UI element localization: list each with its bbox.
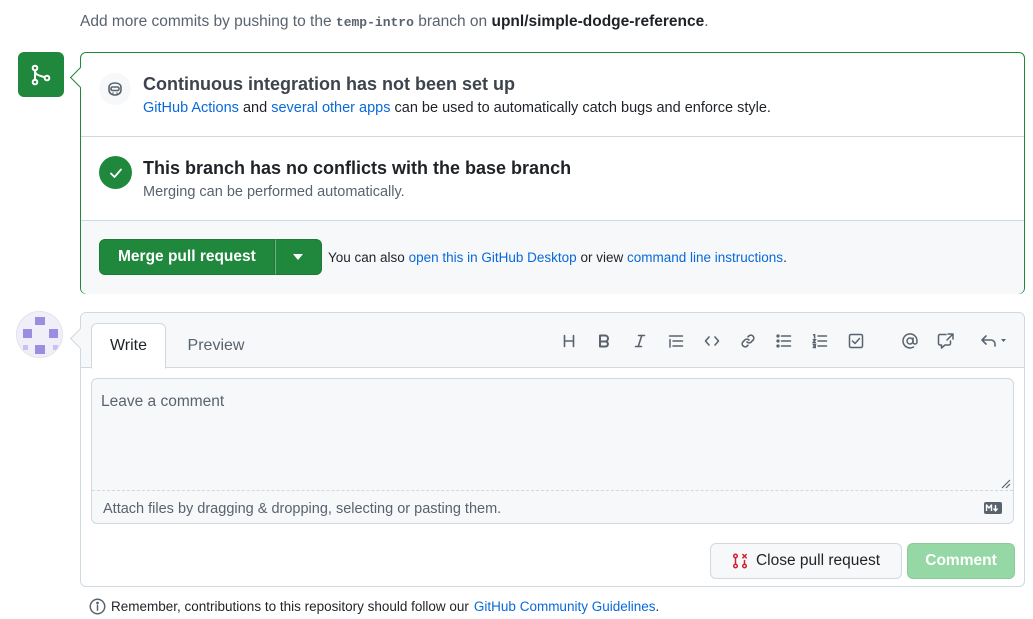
community-guidelines-note: Remember, contributions to this reposito… <box>89 598 659 615</box>
git-pull-request-closed-icon <box>732 553 748 569</box>
robot-icon <box>99 73 131 105</box>
check-circle-icon <box>99 156 132 189</box>
tab-preview[interactable]: Preview <box>179 323 253 369</box>
conflicts-subtitle: Merging can be performed automatically. <box>143 184 405 200</box>
ci-description: GitHub Actions and several other apps ca… <box>143 100 771 116</box>
ci-section: Continuous integration has not been set … <box>81 53 1024 137</box>
ci-title: Continuous integration has not been set … <box>143 74 515 94</box>
heading-icon[interactable] <box>557 329 581 353</box>
file-attachment-bar[interactable]: Attach files by dragging & dropping, sel… <box>92 490 1013 524</box>
tab-write[interactable]: Write <box>91 323 166 369</box>
resize-handle-icon[interactable] <box>999 477 1011 489</box>
conflicts-title: This branch has no conflicts with the ba… <box>143 158 572 178</box>
info-icon <box>89 598 106 615</box>
push-hint: Add more commits by pushing to the temp-… <box>80 13 709 30</box>
conflicts-section: This branch has no conflicts with the ba… <box>81 137 1024 221</box>
reply-dropdown-icon[interactable] <box>977 329 1013 353</box>
comment-tab-bar: Write Preview <box>81 313 1024 369</box>
avatar[interactable] <box>16 311 63 358</box>
merge-button-group: Merge pull request <box>99 239 322 275</box>
numbered-list-icon[interactable] <box>808 329 832 353</box>
branch-name: temp-intro <box>335 15 414 30</box>
comment-textarea[interactable]: Leave a comment Attach files by dragging… <box>91 378 1014 524</box>
merge-alternatives-note: You can also open this in GitHub Desktop… <box>328 250 787 265</box>
github-actions-link[interactable]: GitHub Actions <box>143 100 239 116</box>
comment-placeholder: Leave a comment <box>101 393 225 410</box>
quote-icon[interactable] <box>664 329 688 353</box>
triangle-down-icon <box>293 254 304 260</box>
mention-icon[interactable] <box>898 329 922 353</box>
task-list-icon[interactable] <box>844 329 868 353</box>
comment-form: Write Preview Leave a comment Attach fil… <box>80 312 1025 587</box>
git-merge-icon <box>18 52 64 97</box>
markdown-icon[interactable] <box>984 502 1002 514</box>
community-guidelines-link[interactable]: GitHub Community Guidelines <box>474 599 656 614</box>
attach-files-hint: Attach files by dragging & dropping, sel… <box>103 501 502 517</box>
bulleted-list-icon[interactable] <box>772 329 796 353</box>
link-icon[interactable] <box>736 329 760 353</box>
close-pull-request-button[interactable]: Close pull request <box>710 543 902 579</box>
repo-name: upnl/simple-dodge-reference <box>491 13 705 30</box>
code-icon[interactable] <box>700 329 724 353</box>
open-github-desktop-link[interactable]: open this in GitHub Desktop <box>409 250 577 265</box>
bold-icon[interactable] <box>592 329 616 353</box>
merge-method-dropdown[interactable] <box>274 239 322 275</box>
command-line-instructions-link[interactable]: command line instructions <box>627 250 783 265</box>
cross-reference-icon[interactable] <box>934 329 958 353</box>
merge-actions: Merge pull request You can also open thi… <box>81 221 1024 294</box>
italic-icon[interactable] <box>628 329 652 353</box>
merge-status-box: Continuous integration has not been set … <box>80 52 1025 294</box>
comment-button[interactable]: Comment <box>907 543 1015 579</box>
other-apps-link[interactable]: several other apps <box>271 100 390 116</box>
merge-pull-request-button[interactable]: Merge pull request <box>99 239 275 275</box>
